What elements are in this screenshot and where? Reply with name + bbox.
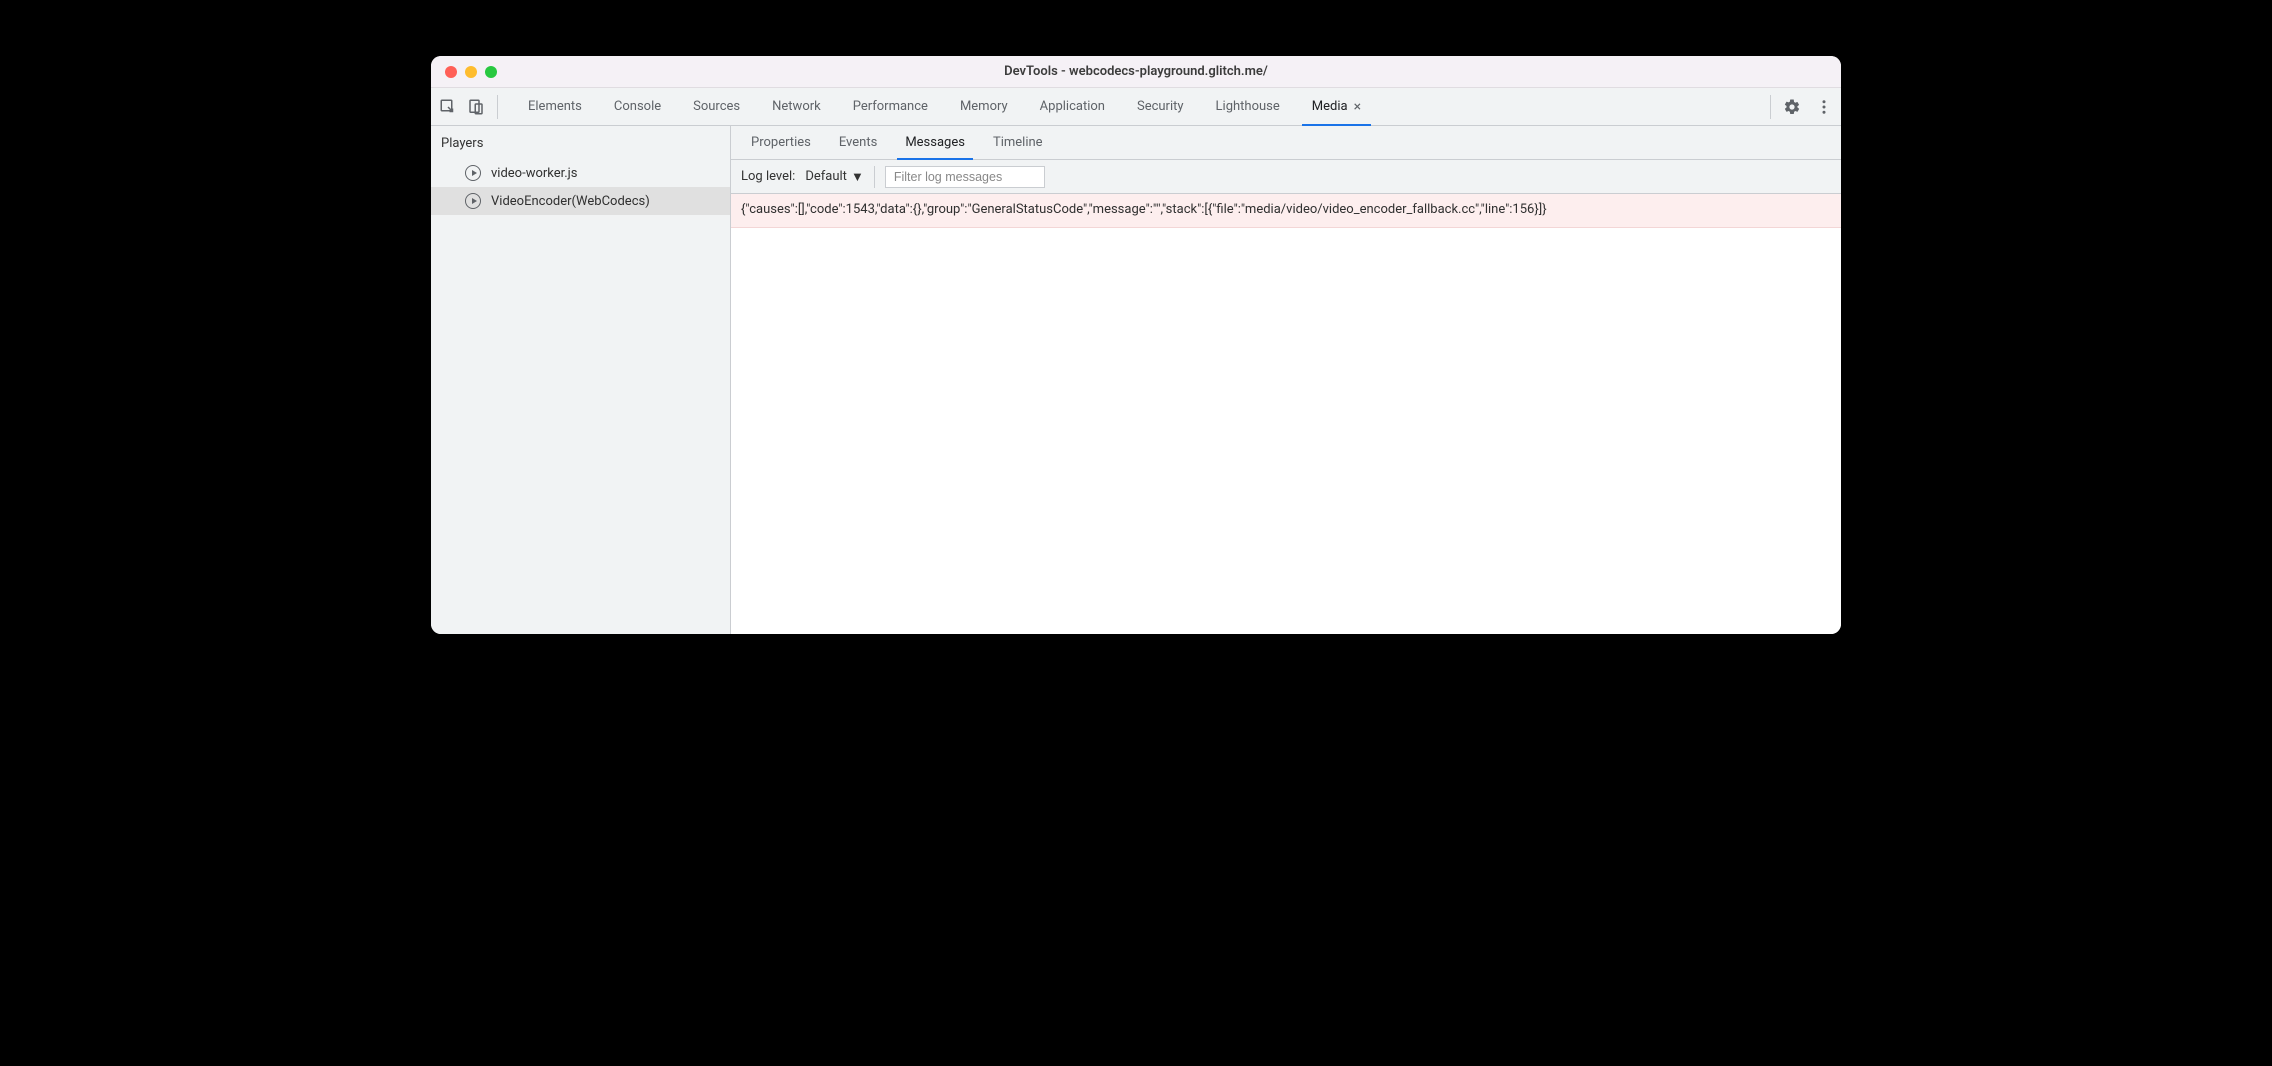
panel-body: Players video-worker.js VideoEncoder(Web… <box>431 126 1841 634</box>
log-level-value: Default <box>805 169 847 184</box>
tab-media[interactable]: Media × <box>1296 88 1377 125</box>
window-close-button[interactable] <box>445 66 457 78</box>
players-sidebar: Players video-worker.js VideoEncoder(Web… <box>431 126 731 634</box>
content-pane: Properties Events Messages Timeline Log … <box>731 126 1841 634</box>
tab-network[interactable]: Network <box>756 88 837 125</box>
sub-tabs: Properties Events Messages Timeline <box>731 126 1841 160</box>
tab-label: Lighthouse <box>1216 99 1280 114</box>
player-label: video-worker.js <box>491 166 578 181</box>
player-label: VideoEncoder(WebCodecs) <box>491 194 650 209</box>
message-row[interactable]: {"causes":[],"code":1543,"data":{},"grou… <box>731 194 1841 228</box>
messages-list: {"causes":[],"code":1543,"data":{},"grou… <box>731 194 1841 634</box>
log-level-label: Log level: <box>741 169 795 184</box>
tab-application[interactable]: Application <box>1024 88 1121 125</box>
device-toggle-icon[interactable] <box>467 98 485 116</box>
window-minimize-button[interactable] <box>465 66 477 78</box>
tab-label: Memory <box>960 99 1008 114</box>
subtab-label: Messages <box>905 135 965 150</box>
message-text: {"causes":[],"code":1543,"data":{},"grou… <box>741 202 1547 217</box>
toolbar-right-icons <box>1770 95 1833 119</box>
toolbar-left-icons <box>439 95 498 119</box>
player-item[interactable]: VideoEncoder(WebCodecs) <box>431 187 730 215</box>
window-maximize-button[interactable] <box>485 66 497 78</box>
inspect-element-icon[interactable] <box>439 98 457 116</box>
filter-bar: Log level: Default ▼ <box>731 160 1841 194</box>
devtools-window: DevTools - webcodecs-playground.glitch.m… <box>431 56 1841 634</box>
tab-label: Security <box>1137 99 1184 114</box>
gear-icon[interactable] <box>1783 98 1801 116</box>
subtab-timeline[interactable]: Timeline <box>979 126 1057 159</box>
tab-lighthouse[interactable]: Lighthouse <box>1200 88 1296 125</box>
tab-performance[interactable]: Performance <box>837 88 944 125</box>
window-title: DevTools - webcodecs-playground.glitch.m… <box>431 64 1841 79</box>
subtab-label: Properties <box>751 135 811 150</box>
player-item[interactable]: video-worker.js <box>431 159 730 187</box>
tab-console[interactable]: Console <box>598 88 677 125</box>
play-icon <box>465 193 481 209</box>
main-tabs: Elements Console Sources Network Perform… <box>512 88 1377 125</box>
subtab-label: Timeline <box>993 135 1043 150</box>
kebab-menu-icon[interactable] <box>1815 98 1833 116</box>
sidebar-header: Players <box>431 126 730 159</box>
subtab-properties[interactable]: Properties <box>737 126 825 159</box>
tab-label: Console <box>614 99 661 114</box>
subtab-events[interactable]: Events <box>825 126 891 159</box>
main-toolbar: Elements Console Sources Network Perform… <box>431 88 1841 126</box>
tab-label: Application <box>1040 99 1105 114</box>
tab-sources[interactable]: Sources <box>677 88 756 125</box>
chevron-down-icon: ▼ <box>851 169 864 185</box>
subtab-label: Events <box>839 135 877 150</box>
tab-security[interactable]: Security <box>1121 88 1200 125</box>
tab-memory[interactable]: Memory <box>944 88 1024 125</box>
tab-elements[interactable]: Elements <box>512 88 598 125</box>
tab-label: Elements <box>528 99 582 114</box>
tab-label: Performance <box>853 99 928 114</box>
play-icon <box>465 165 481 181</box>
tab-label: Sources <box>693 99 740 114</box>
traffic-lights <box>431 66 497 78</box>
filter-log-input[interactable] <box>885 166 1045 188</box>
close-icon[interactable]: × <box>1354 99 1361 115</box>
tab-label: Media <box>1312 99 1348 114</box>
titlebar: DevTools - webcodecs-playground.glitch.m… <box>431 56 1841 88</box>
tab-label: Network <box>772 99 821 114</box>
log-level-select[interactable]: Default ▼ <box>805 166 874 188</box>
subtab-messages[interactable]: Messages <box>891 126 979 159</box>
